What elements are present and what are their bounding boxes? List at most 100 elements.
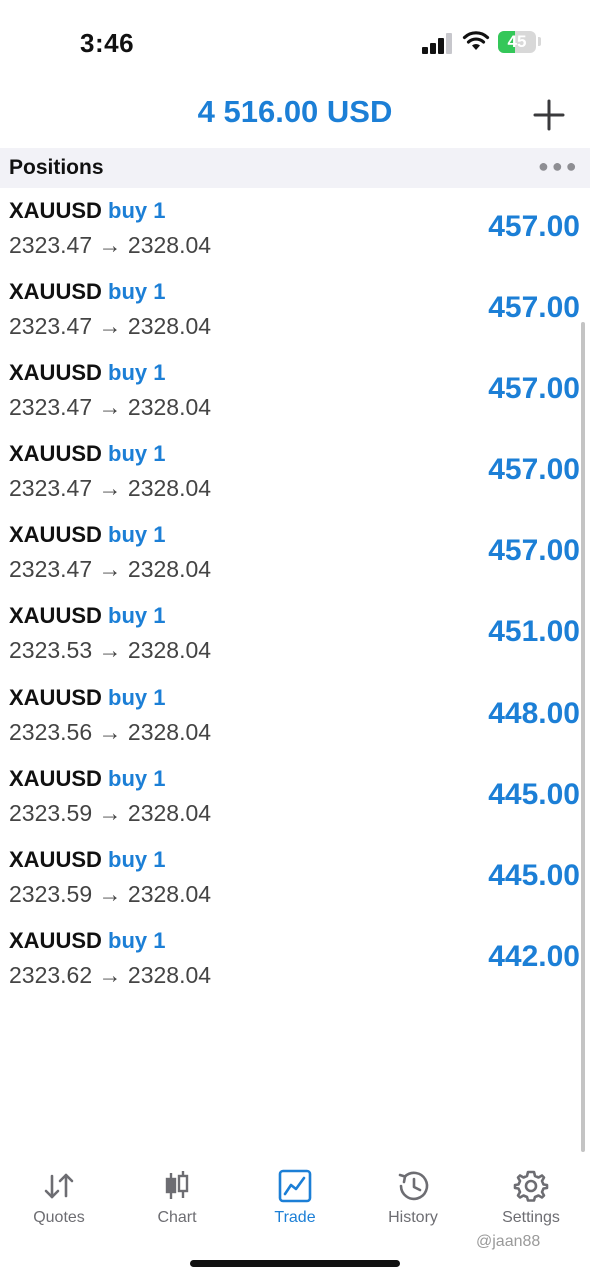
more-options-icon[interactable]: ●●●	[538, 156, 580, 177]
quotes-arrows-icon	[44, 1173, 74, 1199]
position-row[interactable]: XAUUSD buy 1 2323.59 → 2328.04 445.00	[0, 756, 590, 837]
cellular-signal-icon	[422, 32, 454, 54]
position-row[interactable]: XAUUSD buy 1 2323.56 → 2328.04 448.00	[0, 675, 590, 756]
open-price: 2323.59	[9, 799, 93, 826]
tab-history[interactable]: History	[354, 1160, 472, 1240]
positions-list: XAUUSD buy 1 2323.47 → 2328.04 457.00 XAUUS…	[0, 188, 590, 999]
open-price: 2323.47	[9, 556, 93, 583]
position-profit: 451.00	[488, 615, 580, 649]
position-symbol: XAUUSD buy 1	[9, 360, 166, 386]
position-row[interactable]: XAUUSD buy 1 2323.47 → 2328.04 457.00	[0, 512, 590, 593]
current-price: 2328.04	[127, 718, 212, 745]
symbol-name: XAUUSD	[9, 522, 102, 548]
position-row[interactable]: XAUUSD buy 1 2323.47 → 2328.04 457.00	[0, 188, 590, 269]
current-price: 2328.04	[127, 232, 212, 258]
position-profit: 442.00	[488, 939, 580, 973]
position-symbol: XAUUSD buy 1	[9, 928, 166, 954]
arrow-right-icon: →	[92, 799, 128, 826]
status-time: 3:46	[80, 28, 135, 58]
position-symbol: XAUUSD buy 1	[9, 279, 166, 305]
position-profit: 445.00	[488, 777, 580, 811]
position-action: buy 1	[108, 684, 166, 710]
tab-label: Settings	[502, 1209, 560, 1226]
tab-trade[interactable]: Trade	[236, 1160, 354, 1240]
arrow-right-icon: →	[92, 394, 128, 421]
current-price: 2328.04	[127, 394, 212, 421]
position-prices: 2323.59 → 2328.04	[9, 800, 211, 827]
position-prices: 2323.47 → 2328.04	[9, 556, 211, 583]
tab-quotes[interactable]: Quotes	[0, 1160, 118, 1240]
wifi-icon	[462, 31, 490, 50]
position-prices: 2323.62 → 2328.04	[9, 962, 211, 989]
arrow-right-icon: →	[92, 232, 128, 258]
open-price: 2323.53	[9, 637, 93, 664]
position-profit: 457.00	[488, 534, 580, 568]
symbol-name: XAUUSD	[9, 279, 102, 305]
tab-settings[interactable]: Settings	[472, 1160, 590, 1240]
symbol-name: XAUUSD	[9, 360, 102, 386]
current-price: 2328.04	[127, 637, 212, 664]
position-row[interactable]: XAUUSD buy 1 2323.47 → 2328.04 457.00	[0, 269, 590, 350]
position-action: buy 1	[108, 603, 166, 629]
arrow-right-icon: →	[92, 961, 128, 988]
open-price: 2323.62	[9, 961, 93, 988]
position-symbol: XAUUSD buy 1	[9, 198, 166, 224]
open-price: 2323.59	[9, 880, 93, 907]
position-row[interactable]: XAUUSD buy 1 2323.53 → 2328.04 451.00	[0, 593, 590, 674]
position-action: buy 1	[108, 441, 166, 467]
add-order-button[interactable]	[526, 92, 572, 138]
tab-label: History	[388, 1209, 438, 1226]
home-indicator[interactable]	[190, 1260, 400, 1267]
position-action: buy 1	[108, 927, 166, 953]
position-prices: 2323.47 → 2328.04	[9, 313, 211, 340]
open-price: 2323.56	[9, 718, 93, 745]
position-profit: 445.00	[488, 858, 580, 892]
tab-label: Chart	[157, 1209, 197, 1226]
position-prices: 2323.47 → 2328.04	[9, 232, 211, 259]
position-profit: 448.00	[488, 696, 580, 730]
arrow-right-icon: →	[92, 637, 128, 664]
position-prices: 2323.56 → 2328.04	[9, 719, 211, 746]
symbol-name: XAUUSD	[9, 765, 102, 791]
open-price: 2323.47	[9, 313, 93, 340]
current-price: 2328.04	[127, 880, 212, 907]
position-row[interactable]: XAUUSD buy 1 2323.59 → 2328.04 445.00	[0, 837, 590, 918]
position-profit: 457.00	[488, 453, 580, 487]
tab-label: Trade	[274, 1209, 316, 1226]
position-symbol: XAUUSD buy 1	[9, 847, 166, 873]
position-symbol: XAUUSD buy 1	[9, 603, 166, 629]
position-symbol: XAUUSD buy 1	[9, 766, 166, 792]
position-profit: 457.00	[488, 291, 580, 325]
arrow-right-icon: →	[92, 718, 128, 745]
position-row[interactable]: XAUUSD buy 1 2323.47 → 2328.04 457.00	[0, 350, 590, 431]
arrow-right-icon: →	[92, 880, 128, 907]
position-prices: 2323.47 → 2328.04	[9, 394, 211, 421]
position-profit: 457.00	[488, 210, 580, 243]
trade-chart-icon	[278, 1169, 312, 1203]
position-action: buy 1	[108, 765, 166, 791]
position-action: buy 1	[108, 360, 166, 386]
position-action: buy 1	[108, 522, 166, 548]
battery-icon: 45	[498, 31, 536, 53]
current-price: 2328.04	[127, 799, 212, 826]
tab-chart[interactable]: Chart	[118, 1160, 236, 1240]
current-price: 2328.04	[127, 556, 212, 583]
symbol-name: XAUUSD	[9, 684, 102, 710]
account-balance[interactable]: 4 516.00 USD	[0, 94, 590, 130]
positions-section-header: Positions ●●●	[0, 148, 590, 188]
symbol-name: XAUUSD	[9, 846, 102, 872]
position-action: buy 1	[108, 846, 166, 872]
symbol-name: XAUUSD	[9, 927, 102, 953]
header: 4 516.00 USD	[0, 80, 590, 148]
current-price: 2328.04	[127, 961, 212, 988]
position-action: buy 1	[108, 279, 166, 305]
scrollbar[interactable]	[581, 322, 585, 1152]
current-price: 2328.04	[127, 313, 212, 340]
position-row[interactable]: XAUUSD buy 1 2323.47 → 2328.04 457.00	[0, 431, 590, 512]
position-row[interactable]: XAUUSD buy 1 2323.62 → 2328.04 442.00	[0, 918, 590, 999]
gear-icon	[513, 1170, 549, 1202]
position-prices: 2323.47 → 2328.04	[9, 475, 211, 502]
candlestick-icon	[165, 1171, 189, 1199]
current-price: 2328.04	[127, 475, 212, 502]
arrow-right-icon: →	[92, 475, 128, 502]
